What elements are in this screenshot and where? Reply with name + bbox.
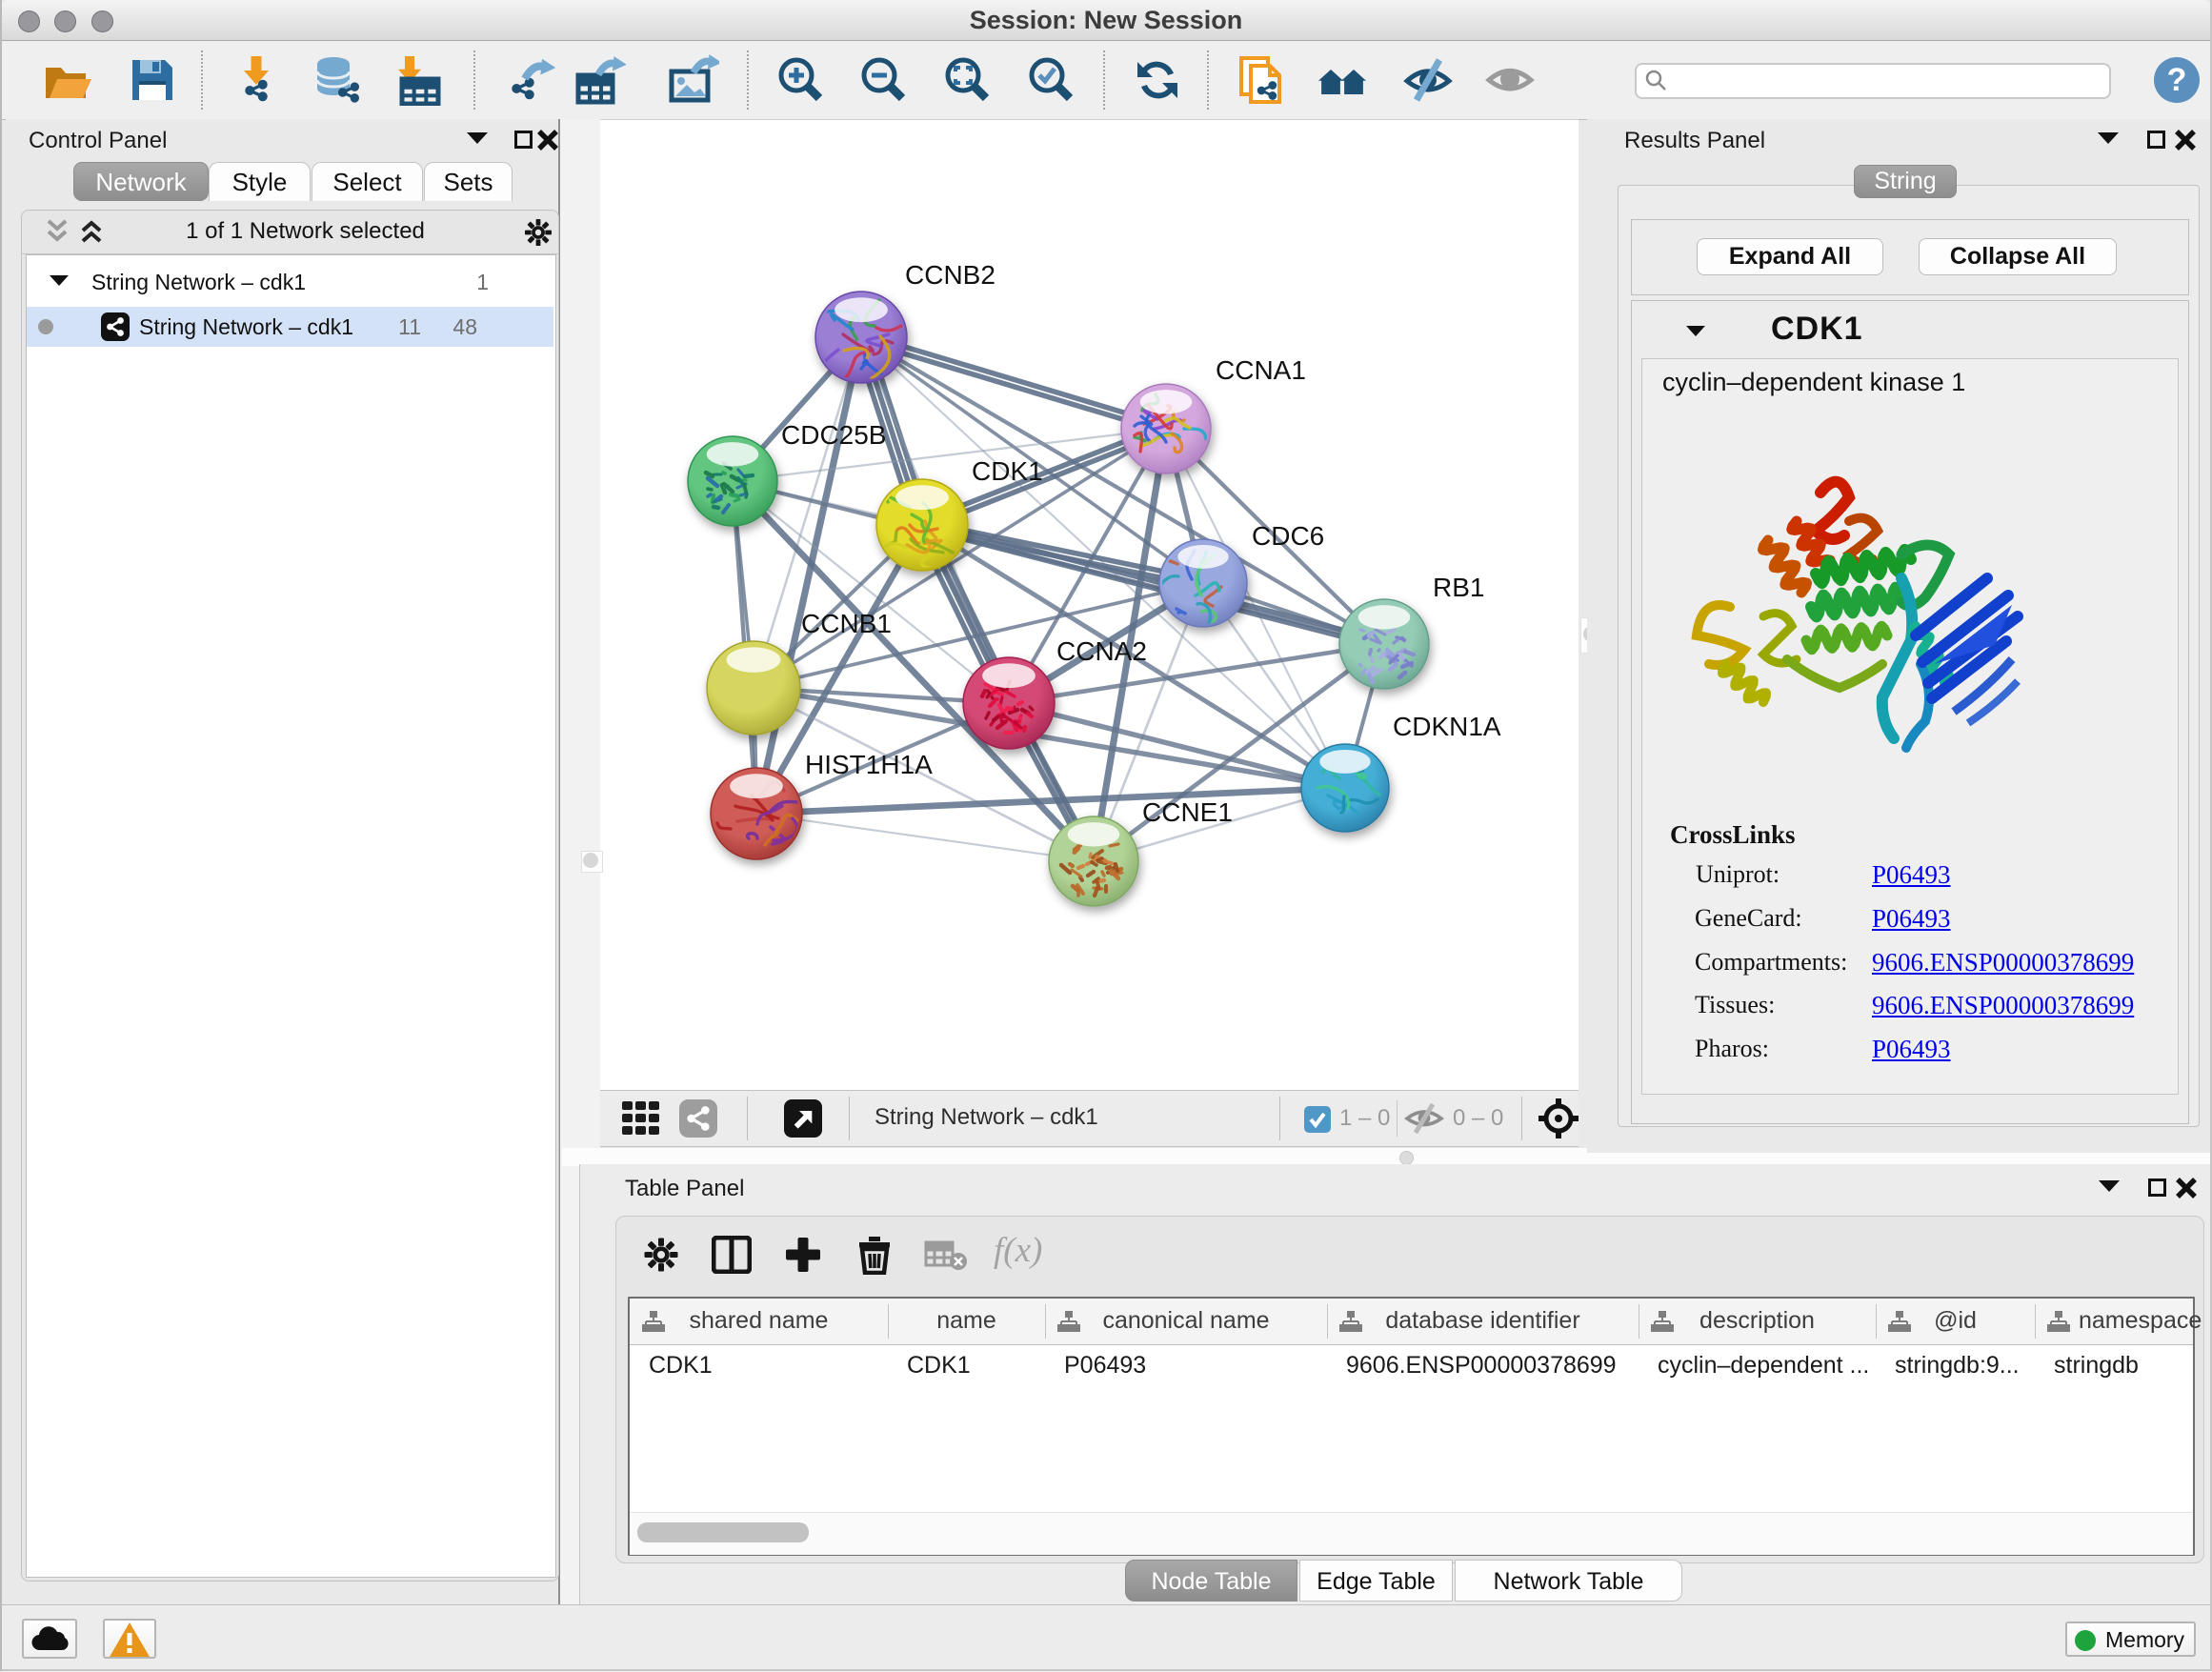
svg-text:CCNA2: CCNA2 <box>1056 636 1147 666</box>
svg-text:?: ? <box>2167 62 2187 98</box>
svg-text:CDK1: CDK1 <box>972 456 1043 486</box>
svg-text:CCNB2: CCNB2 <box>905 260 995 290</box>
svg-text:CCNB1: CCNB1 <box>801 609 892 638</box>
svg-text:CDKN1A: CDKN1A <box>1393 712 1501 741</box>
svg-text:CDC25B: CDC25B <box>781 420 886 450</box>
svg-text:CCNA1: CCNA1 <box>1216 355 1306 385</box>
svg-text:HIST1H1A: HIST1H1A <box>805 750 933 779</box>
svg-text:CCNE1: CCNE1 <box>1142 797 1233 827</box>
svg-text:CDC6: CDC6 <box>1252 521 1324 551</box>
svg-text:RB1: RB1 <box>1433 573 1484 602</box>
